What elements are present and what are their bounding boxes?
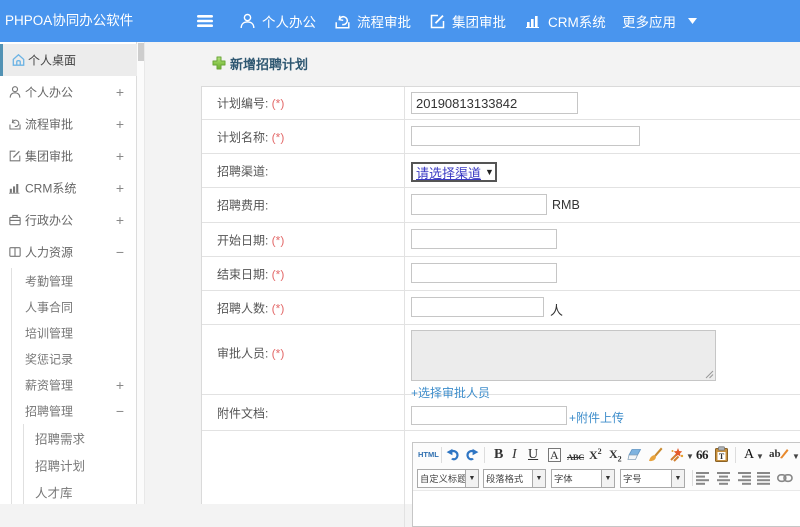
svg-text:T: T xyxy=(719,452,725,461)
